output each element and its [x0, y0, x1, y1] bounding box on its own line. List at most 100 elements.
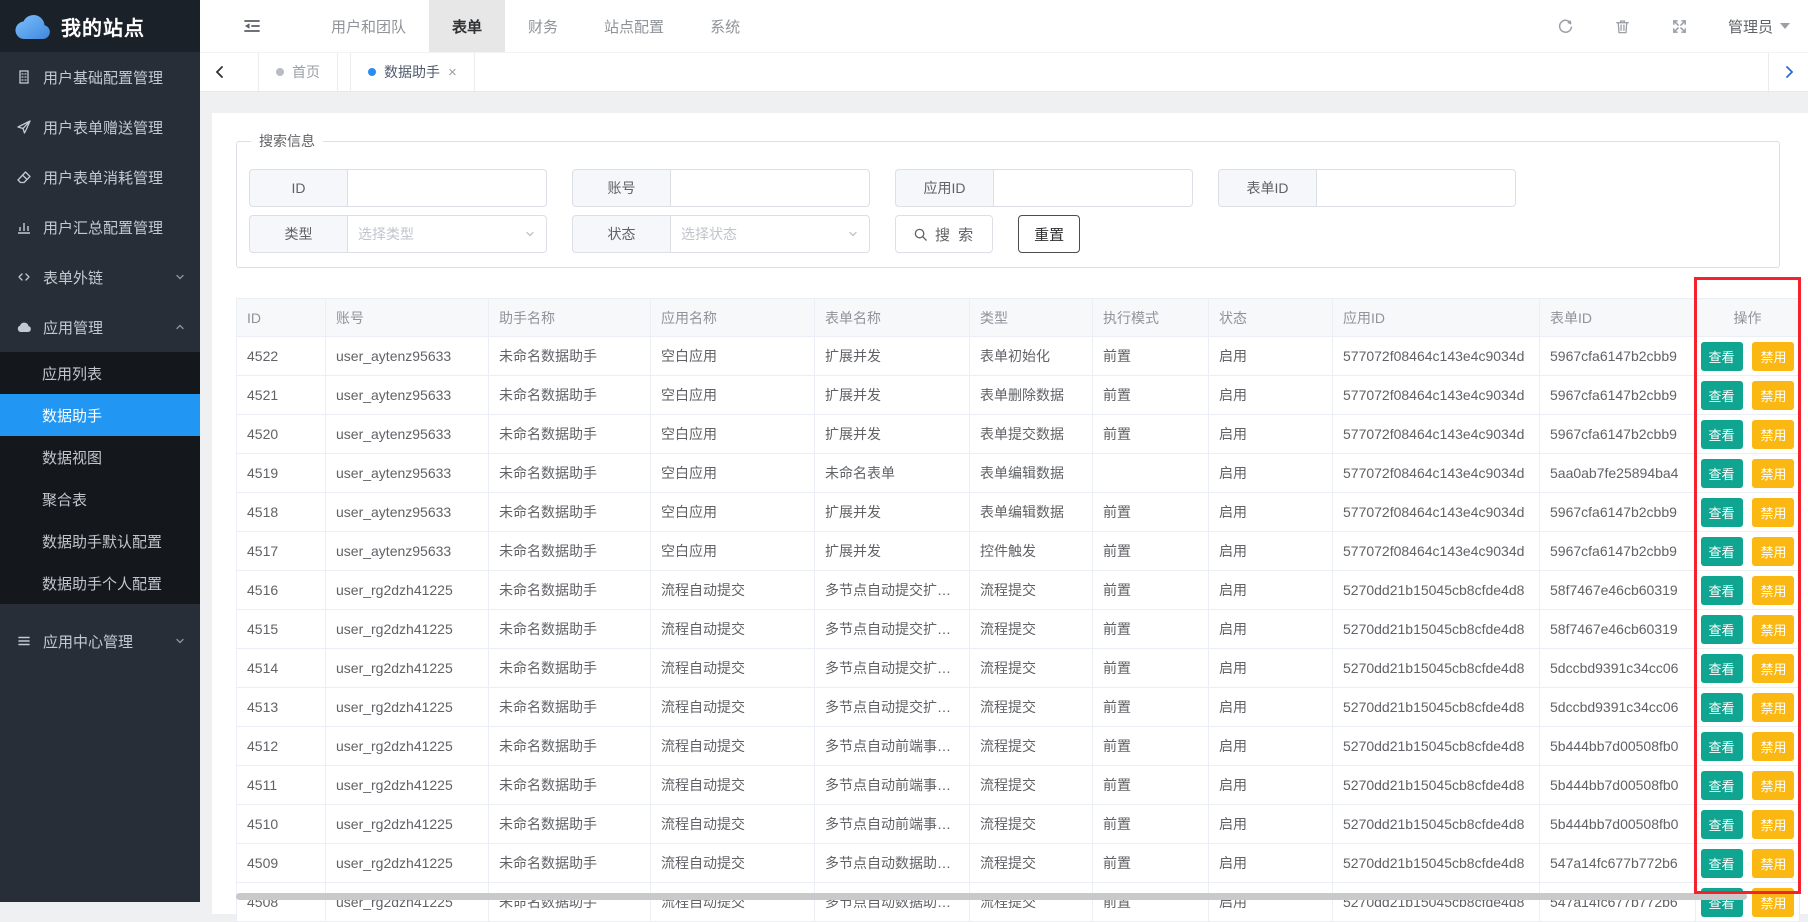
sidebar-item-app-center-management[interactable]: 应用中心管理	[0, 616, 200, 666]
bar-chart-icon	[16, 219, 32, 235]
view-button[interactable]: 查看	[1701, 342, 1743, 371]
view-button[interactable]: 查看	[1701, 420, 1743, 449]
disable-button[interactable]: 禁用	[1752, 693, 1794, 722]
cell-actions: 查看 禁用	[1696, 805, 1800, 844]
chevron-left-icon[interactable]	[200, 53, 240, 91]
sidebar-item-label: 应用管理	[43, 317, 163, 338]
view-button[interactable]: 查看	[1701, 732, 1743, 761]
disable-button[interactable]: 禁用	[1752, 732, 1794, 761]
disable-button[interactable]: 禁用	[1752, 342, 1794, 371]
cell-account: user_rg2dzh41225	[326, 805, 489, 844]
cell-app-name: 空白应用	[651, 415, 815, 454]
cell-account: user_aytenz95633	[326, 337, 489, 376]
topnav-item-system[interactable]: 系统	[687, 0, 763, 52]
topnav-item-finance[interactable]: 财务	[505, 0, 581, 52]
view-button[interactable]: 查看	[1701, 849, 1743, 878]
sidebar-subitem-app-list[interactable]: 应用列表	[0, 352, 200, 394]
tab-data-assistant[interactable]: 数据助手 ×	[350, 53, 475, 91]
disable-button[interactable]: 禁用	[1752, 420, 1794, 449]
tab-dot	[276, 68, 284, 76]
sidebar-subitem-data-view[interactable]: 数据视图	[0, 436, 200, 478]
disable-button[interactable]: 禁用	[1752, 381, 1794, 410]
id-input[interactable]	[347, 169, 547, 207]
sidebar-item-user-base-config[interactable]: 用户基础配置管理	[0, 52, 200, 102]
chevron-right-icon[interactable]	[1768, 53, 1808, 91]
cell-exec-mode: 前置	[1093, 805, 1209, 844]
search-icon	[913, 227, 928, 242]
user-menu[interactable]: 管理员	[1728, 16, 1790, 37]
disable-button[interactable]: 禁用	[1752, 615, 1794, 644]
cell-form-id: 5b444bb7d00508fb0	[1540, 805, 1696, 844]
account-input[interactable]	[670, 169, 870, 207]
cell-form-name: 多节点自动前端事…	[815, 805, 970, 844]
collapse-sidebar-icon[interactable]	[242, 16, 262, 36]
view-button[interactable]: 查看	[1701, 381, 1743, 410]
main-content: 搜索信息 ID 账号 应用ID 表单ID	[200, 92, 1808, 902]
disable-button[interactable]: 禁用	[1752, 654, 1794, 683]
view-button[interactable]: 查看	[1701, 693, 1743, 722]
disable-button[interactable]: 禁用	[1752, 459, 1794, 488]
sidebar-item-form-consume[interactable]: 用户表单消耗管理	[0, 152, 200, 202]
view-button[interactable]: 查看	[1701, 810, 1743, 839]
view-button[interactable]: 查看	[1701, 888, 1743, 917]
sidebar-subitem-assistant-personal-config[interactable]: 数据助手个人配置	[0, 562, 200, 604]
tab-home[interactable]: 首页	[258, 53, 338, 91]
view-button[interactable]: 查看	[1701, 537, 1743, 566]
form-id-input[interactable]	[1316, 169, 1516, 207]
sidebar-item-form-gift[interactable]: 用户表单赠送管理	[0, 102, 200, 152]
topnav-item-forms[interactable]: 表单	[429, 0, 505, 52]
table-row: 4518 user_aytenz95633 未命名数据助手 空白应用 扩展并发 …	[237, 493, 1800, 532]
view-button[interactable]: 查看	[1701, 654, 1743, 683]
sidebar-item-summary-config[interactable]: 用户汇总配置管理	[0, 202, 200, 252]
search-button[interactable]: 搜 索	[895, 215, 993, 253]
horizontal-scrollbar[interactable]	[236, 893, 1747, 900]
external-link-icon	[16, 269, 32, 285]
type-select[interactable]: 选择类型	[347, 215, 547, 253]
disable-button[interactable]: 禁用	[1752, 498, 1794, 527]
cell-type: 表单删除数据	[970, 376, 1093, 415]
cell-app-id: 5270dd21b15045cb8cfde4d8	[1333, 805, 1540, 844]
cell-assistant-name: 未命名数据助手	[489, 532, 651, 571]
disable-button[interactable]: 禁用	[1752, 771, 1794, 800]
cell-type: 流程提交	[970, 844, 1093, 883]
disable-button[interactable]: 禁用	[1752, 888, 1794, 917]
trash-icon[interactable]	[1614, 18, 1631, 35]
topnav-item-users-teams[interactable]: 用户和团队	[308, 0, 429, 52]
disable-button[interactable]: 禁用	[1752, 849, 1794, 878]
disable-button[interactable]: 禁用	[1752, 576, 1794, 605]
view-button[interactable]: 查看	[1701, 498, 1743, 527]
sidebar-item-app-management[interactable]: 应用管理	[0, 302, 200, 352]
sidebar-subitem-assistant-default-config[interactable]: 数据助手默认配置	[0, 520, 200, 562]
cell-assistant-name: 未命名数据助手	[489, 688, 651, 727]
form-id-field-label: 表单ID	[1218, 169, 1316, 207]
status-select[interactable]: 选择状态	[670, 215, 870, 253]
view-button[interactable]: 查看	[1701, 459, 1743, 488]
cell-exec-mode: 前置	[1093, 376, 1209, 415]
topnav-item-site-config[interactable]: 站点配置	[581, 0, 687, 52]
app-id-field-label: 应用ID	[895, 169, 993, 207]
sidebar-subitem-data-assistant[interactable]: 数据助手	[0, 394, 200, 436]
cell-form-name: 扩展并发	[815, 532, 970, 571]
cell-actions: 查看 禁用	[1696, 688, 1800, 727]
close-icon[interactable]: ×	[448, 65, 457, 80]
cell-app-id: 5270dd21b15045cb8cfde4d8	[1333, 844, 1540, 883]
fullscreen-icon[interactable]	[1671, 18, 1688, 35]
disable-button[interactable]: 禁用	[1752, 810, 1794, 839]
app-id-input[interactable]	[993, 169, 1193, 207]
cell-app-name: 流程自动提交	[651, 688, 815, 727]
sidebar-subitem-aggregate-table[interactable]: 聚合表	[0, 478, 200, 520]
cell-app-id: 577072f08464c143e4c9034d	[1333, 493, 1540, 532]
cell-assistant-name: 未命名数据助手	[489, 883, 651, 922]
view-button[interactable]: 查看	[1701, 576, 1743, 605]
cell-actions: 查看 禁用	[1696, 454, 1800, 493]
brand-logo[interactable]: 我的站点	[0, 0, 200, 52]
view-button[interactable]: 查看	[1701, 615, 1743, 644]
sidebar-item-form-external-link[interactable]: 表单外链	[0, 252, 200, 302]
table-row: 4515 user_rg2dzh41225 未命名数据助手 流程自动提交 多节点…	[237, 610, 1800, 649]
reset-button[interactable]: 重置	[1018, 215, 1080, 253]
cell-form-name: 多节点自动前端事…	[815, 727, 970, 766]
view-button[interactable]: 查看	[1701, 771, 1743, 800]
refresh-icon[interactable]	[1557, 18, 1574, 35]
disable-button[interactable]: 禁用	[1752, 537, 1794, 566]
cell-form-name: 多节点自动提交扩…	[815, 649, 970, 688]
